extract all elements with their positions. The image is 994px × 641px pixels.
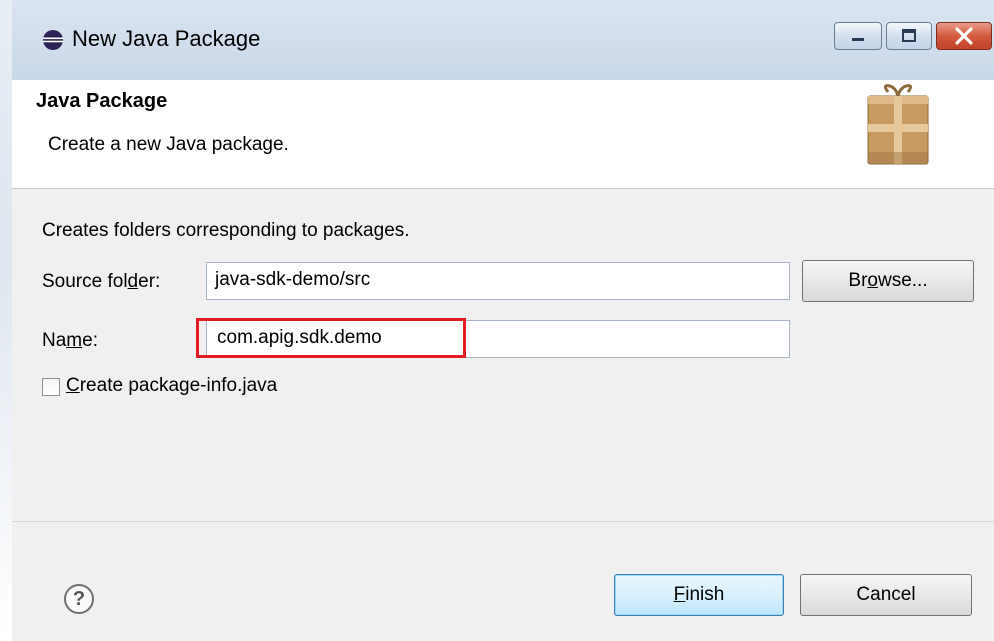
label-part: reate package-info.java (79, 375, 278, 396)
page-title: Java Package (36, 90, 168, 112)
name-label: Name: (42, 330, 98, 352)
intro-text: Creates folders corresponding to package… (42, 220, 410, 241)
cancel-button[interactable]: Cancel (800, 574, 972, 616)
maximize-icon (902, 29, 916, 42)
mnemonic: F (673, 584, 686, 605)
help-button[interactable]: ? (64, 584, 94, 614)
mnemonic: C (66, 375, 80, 396)
title-bar[interactable]: New Java Package (12, 0, 994, 80)
maximize-button[interactable] (886, 22, 932, 50)
name-input[interactable]: com.apig.sdk.demo (206, 320, 790, 358)
mnemonic: o (867, 270, 878, 291)
background-strip (0, 0, 12, 641)
close-button[interactable] (936, 22, 992, 50)
wizard-header: Java Package Create a new Java package. (12, 80, 994, 189)
label-part: er: (138, 271, 161, 292)
finish-button[interactable]: Finish (614, 574, 784, 616)
source-folder-input[interactable]: java-sdk-demo/src (206, 262, 790, 300)
label-part: wse... (877, 270, 928, 291)
page-description: Create a new Java package. (48, 134, 289, 155)
mnemonic: d (127, 271, 139, 292)
create-package-info-label[interactable]: Create package-info.java (66, 375, 277, 397)
label-part: Source fol (42, 271, 128, 292)
footer-separator (12, 521, 994, 522)
minimize-button[interactable] (834, 22, 882, 50)
label-part: e: (82, 330, 98, 351)
label-part: inish (685, 584, 725, 605)
label-part: Na (42, 330, 67, 351)
source-folder-label: Source folder: (42, 271, 160, 293)
eclipse-icon (43, 30, 63, 50)
mnemonic: m (66, 330, 83, 351)
minimize-icon (852, 38, 864, 41)
label-part: Br (848, 270, 868, 291)
window-title: New Java Package (72, 26, 261, 51)
close-icon (955, 27, 973, 45)
create-package-info-checkbox[interactable] (42, 378, 60, 396)
package-icon (867, 84, 929, 165)
browse-button[interactable]: Browse... (802, 260, 974, 302)
